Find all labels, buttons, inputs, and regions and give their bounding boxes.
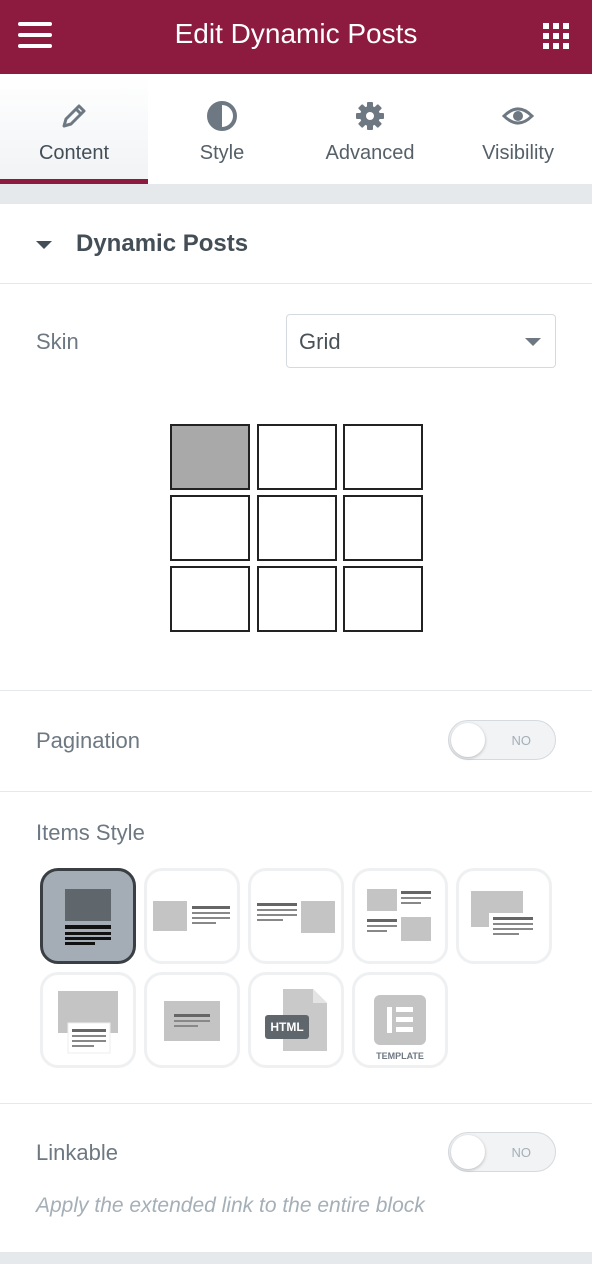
- tab-advanced-label: Advanced: [325, 142, 415, 164]
- eye-icon: [444, 100, 592, 132]
- half-circle-icon: [148, 100, 296, 132]
- items-style-option-6[interactable]: [40, 972, 136, 1068]
- grid-preview-cell: [257, 424, 337, 490]
- items-style-option-3[interactable]: [248, 868, 344, 964]
- alternate-zigzag-icon: [367, 889, 431, 941]
- grid-preview-cell: [343, 566, 423, 632]
- linkable-label: Linkable: [36, 1140, 118, 1165]
- section-title: Dynamic Posts: [76, 230, 249, 257]
- items-style-option-4[interactable]: [352, 868, 448, 964]
- switch-knob: [451, 1135, 485, 1169]
- skin-label: Skin: [36, 329, 79, 354]
- bottom-separator: [0, 1252, 592, 1264]
- skin-grid-preview: [170, 424, 424, 632]
- switch-knob: [451, 723, 485, 757]
- divider: [0, 791, 592, 792]
- text-overlay-icon: [164, 1001, 220, 1041]
- panel-title: Edit Dynamic Posts: [174, 18, 418, 49]
- text-left-image-right-icon: [257, 901, 335, 933]
- divider: [0, 1103, 592, 1104]
- items-style-option-1[interactable]: [40, 868, 136, 964]
- linkable-switch-state: NO: [511, 1145, 532, 1160]
- html-icon-text: HTML: [270, 1020, 304, 1034]
- linkable-description: Apply the extended link to the entire bl…: [36, 1194, 425, 1217]
- pagination-label: Pagination: [36, 728, 140, 753]
- chevron-down-icon: [525, 338, 541, 346]
- items-style-option-7[interactable]: [144, 972, 240, 1068]
- items-style-option-5[interactable]: [456, 868, 552, 964]
- image-with-card-below-icon: [58, 991, 118, 1054]
- items-style-label: Items Style: [36, 820, 145, 845]
- grid-preview-cell: [257, 495, 337, 561]
- gear-icon: [296, 100, 444, 132]
- pagination-switch[interactable]: NO: [448, 720, 556, 760]
- image-left-text-right-icon: [153, 901, 230, 931]
- overlap-text-icon: [471, 891, 539, 941]
- panel-tabs: Content Style Advanced Visibility: [0, 74, 592, 184]
- section-dynamic-posts-toggle[interactable]: Dynamic Posts: [0, 204, 592, 284]
- grid-preview-cell: [170, 495, 250, 561]
- pagination-switch-state: NO: [511, 733, 532, 748]
- grid-preview-cell: [343, 495, 423, 561]
- items-style-option-9[interactable]: TEMPLATE: [352, 972, 448, 1068]
- tab-content-label: Content: [38, 142, 110, 164]
- panel-header: Edit Dynamic Posts: [0, 0, 592, 74]
- pencil-icon: [0, 100, 148, 132]
- apps-grid-icon[interactable]: [543, 23, 569, 49]
- grid-preview-cell: [170, 566, 250, 632]
- grid-preview-cell: [257, 566, 337, 632]
- grid-preview-cell: [343, 424, 423, 490]
- skin-select-value: Grid: [299, 329, 341, 354]
- items-style-option-2[interactable]: [144, 868, 240, 964]
- image-top-text-below-icon: [65, 889, 111, 945]
- tab-advanced[interactable]: Advanced: [296, 74, 444, 184]
- divider: [0, 690, 592, 691]
- tab-content[interactable]: Content: [0, 74, 148, 184]
- linkable-switch[interactable]: NO: [448, 1132, 556, 1172]
- tabs-separator: [0, 184, 592, 204]
- grid-preview-cell: [170, 424, 250, 490]
- tab-visibility-label: Visibility: [482, 142, 554, 164]
- tab-style-label: Style: [199, 142, 245, 164]
- template-icon-text: TEMPLATE: [376, 1051, 424, 1061]
- items-style-option-8[interactable]: HTML: [248, 972, 344, 1068]
- caret-down-icon: [36, 241, 52, 249]
- tab-visibility[interactable]: Visibility: [444, 74, 592, 184]
- tab-style[interactable]: Style: [148, 74, 296, 184]
- skin-select[interactable]: Grid: [286, 314, 556, 368]
